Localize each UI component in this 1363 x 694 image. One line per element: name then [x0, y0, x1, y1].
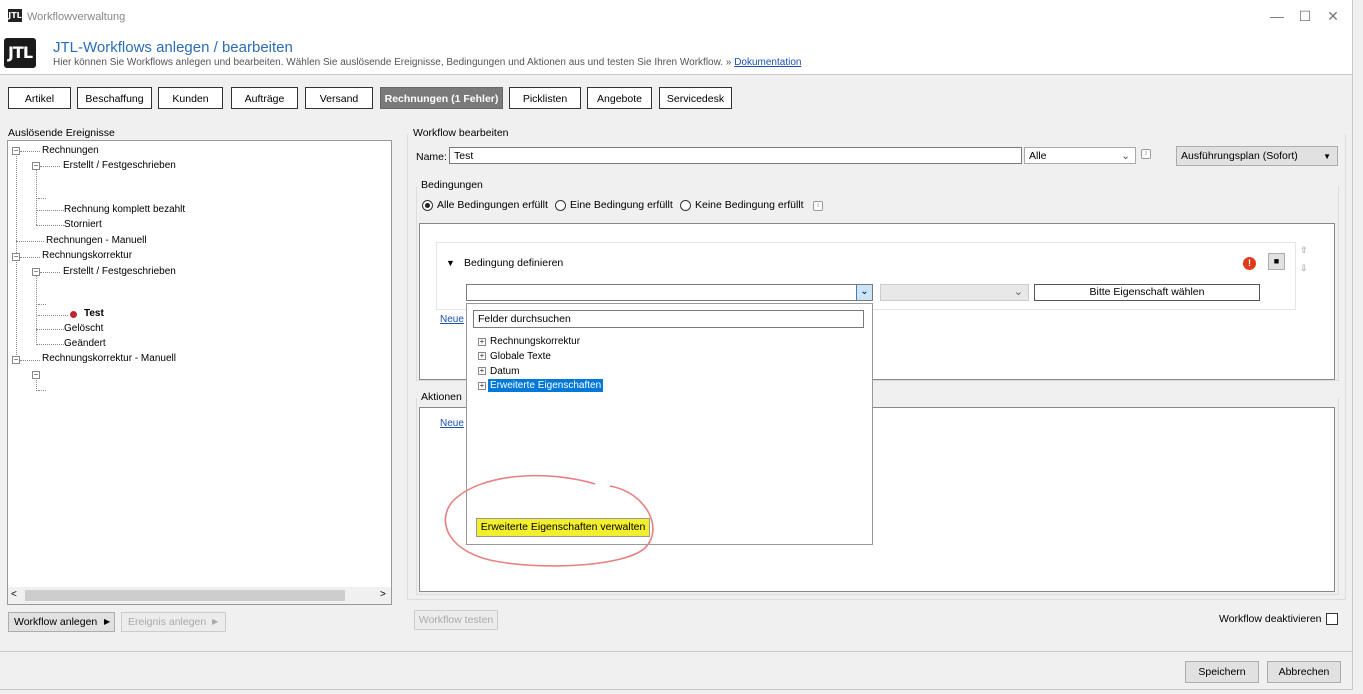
dropdown-item-rechnungskorrektur[interactable]: Rechnungskorrektur [490, 336, 580, 347]
chevron-down-icon[interactable]: ⌄ [856, 285, 872, 300]
dropdown-item-globale-texte[interactable]: Globale Texte [490, 351, 551, 362]
radio-one-condition[interactable] [555, 200, 566, 211]
info-icon[interactable]: i [1141, 149, 1151, 159]
name-label: Name: [416, 151, 447, 163]
collapse-icon[interactable]: − [32, 268, 40, 276]
tree-item-storniert[interactable]: Storniert [64, 219, 102, 230]
execution-plan-value: Ausführungsplan (Sofort) [1181, 150, 1298, 162]
test-workflow-button[interactable]: Workflow testen [414, 610, 498, 630]
cancel-button[interactable]: Abbrechen [1267, 661, 1341, 683]
execution-plan-select[interactable]: Ausführungsplan (Sofort) ▼ [1176, 146, 1338, 166]
field-search-input[interactable]: Felder durchsuchen [473, 310, 864, 328]
property-select-button[interactable]: Bitte Eigenschaft wählen [1034, 284, 1260, 301]
expand-icon[interactable]: + [478, 367, 486, 375]
radio-no-condition[interactable] [680, 200, 691, 211]
chevron-down-icon: ⌄ [1013, 286, 1023, 298]
tab-rechnungen[interactable]: Rechnungen (1 Fehler) [380, 87, 503, 109]
ereignis-anlegen-button[interactable]: Ereignis anlegen ▶ [121, 612, 226, 632]
tab-kunden[interactable]: Kunden [158, 87, 223, 109]
radio-all-label: Alle Bedingungen erfüllt [437, 199, 548, 211]
deactivate-checkbox[interactable] [1326, 613, 1338, 625]
scope-select[interactable]: Alle ⌄ [1024, 147, 1136, 164]
workflow-anlegen-label: Workflow anlegen [14, 616, 98, 628]
header-divider [0, 74, 1352, 75]
scope-value: Alle [1029, 150, 1047, 162]
trash-icon[interactable]: ■ [1268, 253, 1285, 270]
app-icon: JTL [8, 9, 22, 22]
tree-item-rechnungen[interactable]: Rechnungen [42, 145, 99, 156]
tab-auftraege[interactable]: Aufträge [231, 87, 298, 109]
new-action-link[interactable]: Neue [440, 418, 464, 429]
name-input[interactable]: Test [449, 147, 1022, 164]
scroll-right-icon[interactable]: > [380, 589, 386, 600]
expand-icon[interactable]: + [478, 338, 486, 346]
window-title: Workflowverwaltung [27, 11, 126, 23]
horizontal-scrollbar[interactable]: < > [8, 587, 391, 604]
expand-icon[interactable]: + [478, 382, 486, 390]
events-group-label: Auslösende Ereignisse [8, 127, 115, 139]
tree-item-rechnungskorrektur[interactable]: Rechnungskorrektur [42, 250, 132, 261]
error-icon: ! [1243, 257, 1256, 270]
dropdown-item-erweiterte-eigenschaften[interactable]: Erweiterte Eigenschaften [488, 379, 604, 392]
scroll-left-icon[interactable]: < [11, 589, 17, 600]
tab-angebote[interactable]: Angebote [587, 87, 652, 109]
collapse-icon[interactable]: − [32, 162, 40, 170]
tree-item-geaendert[interactable]: Geändert [64, 338, 106, 349]
tree-item-geloescht[interactable]: Gelöscht [64, 323, 103, 334]
triangle-right-icon: ▶ [212, 617, 219, 626]
collapse-icon[interactable]: − [12, 253, 20, 261]
collapse-icon[interactable]: − [32, 371, 40, 379]
maximize-button[interactable]: ☐ [1290, 6, 1320, 26]
arrow-up-icon[interactable]: ⇧ [1300, 245, 1308, 256]
close-button[interactable]: ✕ [1318, 6, 1348, 26]
dropdown-item-datum[interactable]: Datum [490, 366, 519, 377]
radio-one-label: Eine Bedingung erfüllt [570, 199, 673, 211]
arrow-down-icon[interactable]: ⇩ [1300, 263, 1308, 274]
workflow-anlegen-button[interactable]: Workflow anlegen ▶ [8, 612, 115, 632]
tab-versand[interactable]: Versand [305, 87, 373, 109]
radio-none-label: Keine Bedingung erfüllt [695, 199, 804, 211]
subtitle-text: Hier können Sie Workflows anlegen und be… [53, 57, 724, 68]
page-title: JTL-Workflows anlegen / bearbeiten [53, 39, 293, 56]
footer-divider [0, 651, 1352, 652]
new-condition-link[interactable]: Neue [440, 314, 464, 325]
info-icon[interactable]: i [813, 201, 823, 211]
documentation-link[interactable]: Dokumentation [734, 57, 801, 68]
doc-prefix: » [725, 57, 732, 68]
save-button[interactable]: Speichern [1185, 661, 1259, 683]
scrollbar-thumb[interactable] [25, 590, 345, 601]
tree-item-erstellt[interactable]: Erstellt / Festgeschrieben [63, 160, 176, 171]
condition-title: Bedingung definieren [464, 257, 564, 269]
annotation-circle [444, 474, 654, 567]
triangle-down-icon[interactable]: ▼ [446, 258, 455, 268]
triangle-right-icon: ▶ [104, 617, 111, 626]
error-dot-icon [70, 311, 77, 318]
triangle-down-icon: ▼ [1323, 152, 1331, 161]
expand-icon[interactable]: + [478, 352, 486, 360]
tree-item-test[interactable]: Test [84, 308, 104, 319]
deactivate-label: Workflow deaktivieren [1219, 613, 1322, 625]
title-bar [0, 0, 1352, 32]
tree-item-korrektur-erstellt[interactable]: Erstellt / Festgeschrieben [63, 266, 176, 277]
operator-select[interactable]: ⌄ [880, 284, 1029, 301]
tab-servicedesk[interactable]: Servicedesk [659, 87, 732, 109]
field-select[interactable]: ⌄ [466, 284, 873, 301]
jtl-logo: JTL [4, 38, 36, 68]
application-window: JTL Workflowverwaltung — ☐ ✕ JTL JTL-Wor… [0, 0, 1353, 690]
tab-picklisten[interactable]: Picklisten [509, 87, 581, 109]
collapse-icon[interactable]: − [12, 147, 20, 155]
collapse-icon[interactable]: − [12, 356, 20, 364]
minimize-button[interactable]: — [1262, 6, 1292, 26]
page-subtitle: Hier können Sie Workflows anlegen und be… [53, 57, 801, 68]
tab-beschaffung[interactable]: Beschaffung [77, 87, 152, 109]
tree-item-bezahlt[interactable]: Rechnung komplett bezahlt [64, 204, 185, 215]
ereignis-anlegen-label: Ereignis anlegen [128, 616, 207, 628]
chevron-down-icon: ⌄ [1121, 150, 1130, 162]
tree-item-rechnungen-manuell[interactable]: Rechnungen - Manuell [46, 235, 147, 246]
event-tree[interactable]: − − − − − − Rechnungen Erstellt / Festge… [7, 140, 392, 605]
tree-item-korrektur-manuell[interactable]: Rechnungskorrektur - Manuell [42, 353, 176, 364]
radio-all-conditions[interactable] [422, 200, 433, 211]
tab-artikel[interactable]: Artikel [8, 87, 71, 109]
